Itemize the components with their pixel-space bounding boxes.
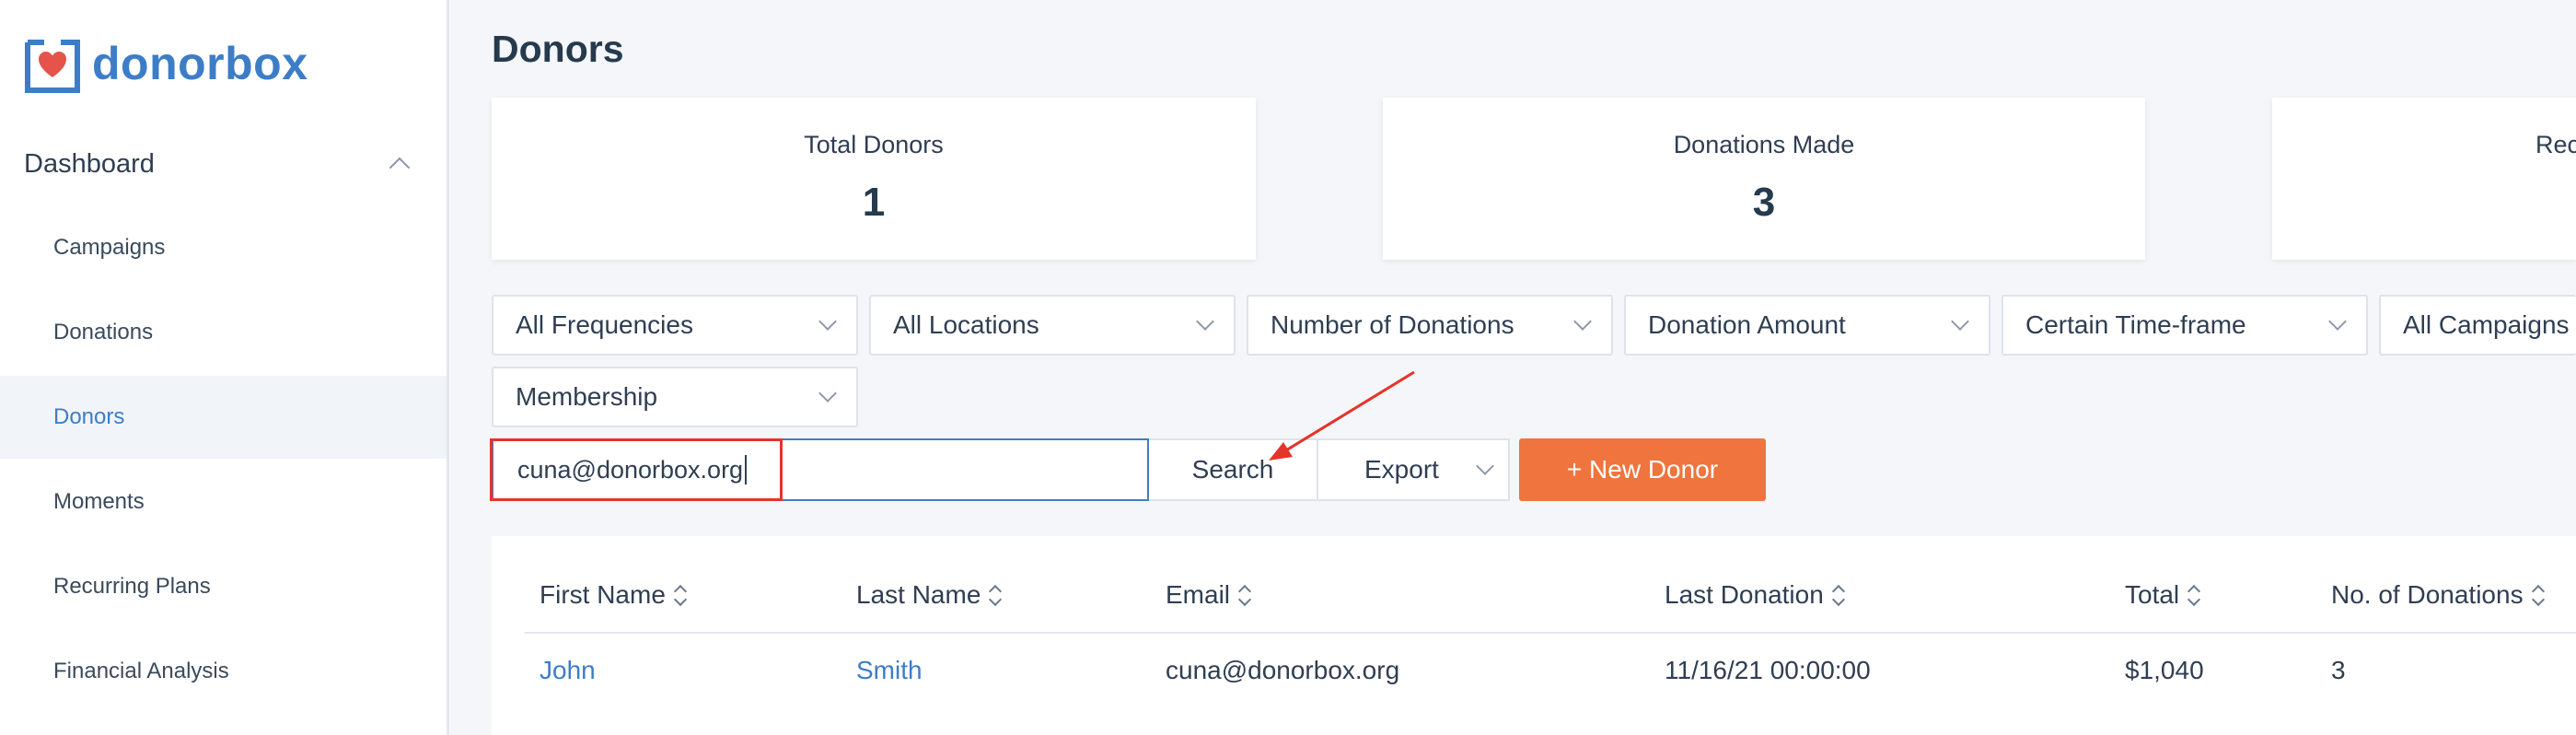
annotation-arrow-icon — [1269, 370, 1415, 461]
sort-icon — [1831, 583, 1846, 607]
filter-campaigns-select[interactable]: All Campaigns — [2379, 295, 2576, 356]
stat-value: 3 — [1752, 180, 1776, 225]
stat-value: 1 — [862, 180, 886, 225]
chevron-down-icon — [2328, 312, 2347, 331]
annotation-highlight-box — [490, 438, 783, 501]
filter-label: All Locations — [893, 310, 1039, 339]
donor-email: cuna@donorbox.org — [1166, 656, 1400, 684]
stat-card-donations-made: Donations Made 3 — [1383, 98, 2145, 260]
stat-card-total-donors: Total Donors 1 — [492, 98, 1256, 260]
sidebar-item-label: Financial Analysis — [53, 659, 229, 683]
column-header-email[interactable]: Email — [1166, 580, 1252, 610]
filter-label: Certain Time-frame — [2025, 310, 2246, 339]
column-header-no-of-donations[interactable]: No. of Donations — [2331, 580, 2546, 610]
stat-label: Rec — [2535, 131, 2576, 158]
new-donor-button-label: + New Donor — [1566, 455, 1719, 484]
stat-label: Total Donors — [804, 131, 944, 158]
column-header-total[interactable]: Total — [2125, 580, 2201, 610]
sidebar-item-campaigns[interactable]: Campaigns — [0, 206, 447, 289]
sort-icon — [1237, 583, 1252, 607]
sidebar-section-dashboard[interactable]: Dashboard — [24, 136, 425, 192]
donor-last-donation: 11/16/21 00:00:00 — [1665, 656, 1871, 684]
column-header-label: Last Donation — [1665, 580, 1824, 609]
donor-last-name-link[interactable]: Smith — [856, 656, 922, 685]
column-header-label: No. of Donations — [2331, 580, 2524, 609]
sidebar: donorbox Dashboard Campaigns Donations D… — [0, 0, 449, 735]
column-header-label: Total — [2125, 580, 2180, 609]
chevron-down-icon — [1573, 312, 1592, 331]
sort-icon — [988, 583, 1003, 607]
sidebar-item-label: Donations — [53, 320, 154, 344]
sidebar-item-recurring-plans[interactable]: Recurring Plans — [0, 545, 447, 628]
donorbox-logo[interactable]: donorbox — [24, 33, 308, 94]
filter-frequencies-select[interactable]: All Frequencies — [492, 295, 858, 356]
chevron-down-icon — [818, 384, 837, 402]
donors-table: First Name Last Name Email Last Donation… — [492, 536, 2576, 735]
column-header-last-donation[interactable]: Last Donation — [1665, 580, 1846, 610]
chevron-down-icon — [1476, 457, 1494, 475]
filter-label: All Frequencies — [516, 310, 693, 339]
sidebar-section-label: Dashboard — [24, 148, 155, 179]
donorbox-heart-icon — [24, 33, 81, 94]
chevron-down-icon — [1951, 312, 1969, 331]
sidebar-item-donations[interactable]: Donations — [0, 291, 447, 374]
filter-label: Membership — [516, 382, 658, 411]
sidebar-item-label: Campaigns — [53, 235, 166, 260]
stat-label: Donations Made — [1673, 131, 1855, 158]
column-header-label: Email — [1166, 580, 1231, 609]
table-header-divider — [525, 632, 2576, 634]
donor-total: $1,040 — [2125, 656, 2204, 684]
chevron-down-icon — [818, 312, 837, 331]
sidebar-item-financial-analysis[interactable]: Financial Analysis — [0, 630, 447, 713]
sidebar-item-label: Donors — [53, 404, 125, 429]
filter-membership-select[interactable]: Membership — [492, 367, 858, 427]
donor-first-name-link[interactable]: John — [540, 656, 596, 685]
filter-donation-amount-select[interactable]: Donation Amount — [1624, 295, 1990, 356]
filter-label: Number of Donations — [1271, 310, 1514, 339]
sort-icon — [2531, 583, 2546, 607]
filter-label: All Campaigns — [2403, 310, 2570, 339]
column-header-label: First Name — [540, 580, 666, 609]
filter-time-frame-select[interactable]: Certain Time-frame — [2002, 295, 2368, 356]
column-header-first-name[interactable]: First Name — [540, 580, 688, 610]
sort-icon — [2187, 583, 2201, 607]
chevron-up-icon — [389, 157, 411, 179]
new-donor-button[interactable]: + New Donor — [1519, 438, 1766, 501]
stat-card-recurring: Rec — [2272, 98, 2576, 260]
brand-name: donorbox — [92, 38, 308, 89]
chevron-down-icon — [1196, 312, 1214, 331]
sort-icon — [673, 583, 688, 607]
column-header-last-name[interactable]: Last Name — [856, 580, 1003, 610]
sidebar-item-label: Moments — [53, 489, 145, 514]
column-header-label: Last Name — [856, 580, 981, 609]
page-title: Donors — [492, 28, 624, 70]
sidebar-item-label: Recurring Plans — [53, 574, 211, 599]
donor-donation-count: 3 — [2331, 656, 2346, 684]
sidebar-item-moments[interactable]: Moments — [0, 461, 447, 543]
filter-locations-select[interactable]: All Locations — [869, 295, 1236, 356]
sidebar-item-donors[interactable]: Donors — [0, 376, 447, 459]
filter-label: Donation Amount — [1648, 310, 1846, 339]
filter-number-of-donations-select[interactable]: Number of Donations — [1247, 295, 1613, 356]
